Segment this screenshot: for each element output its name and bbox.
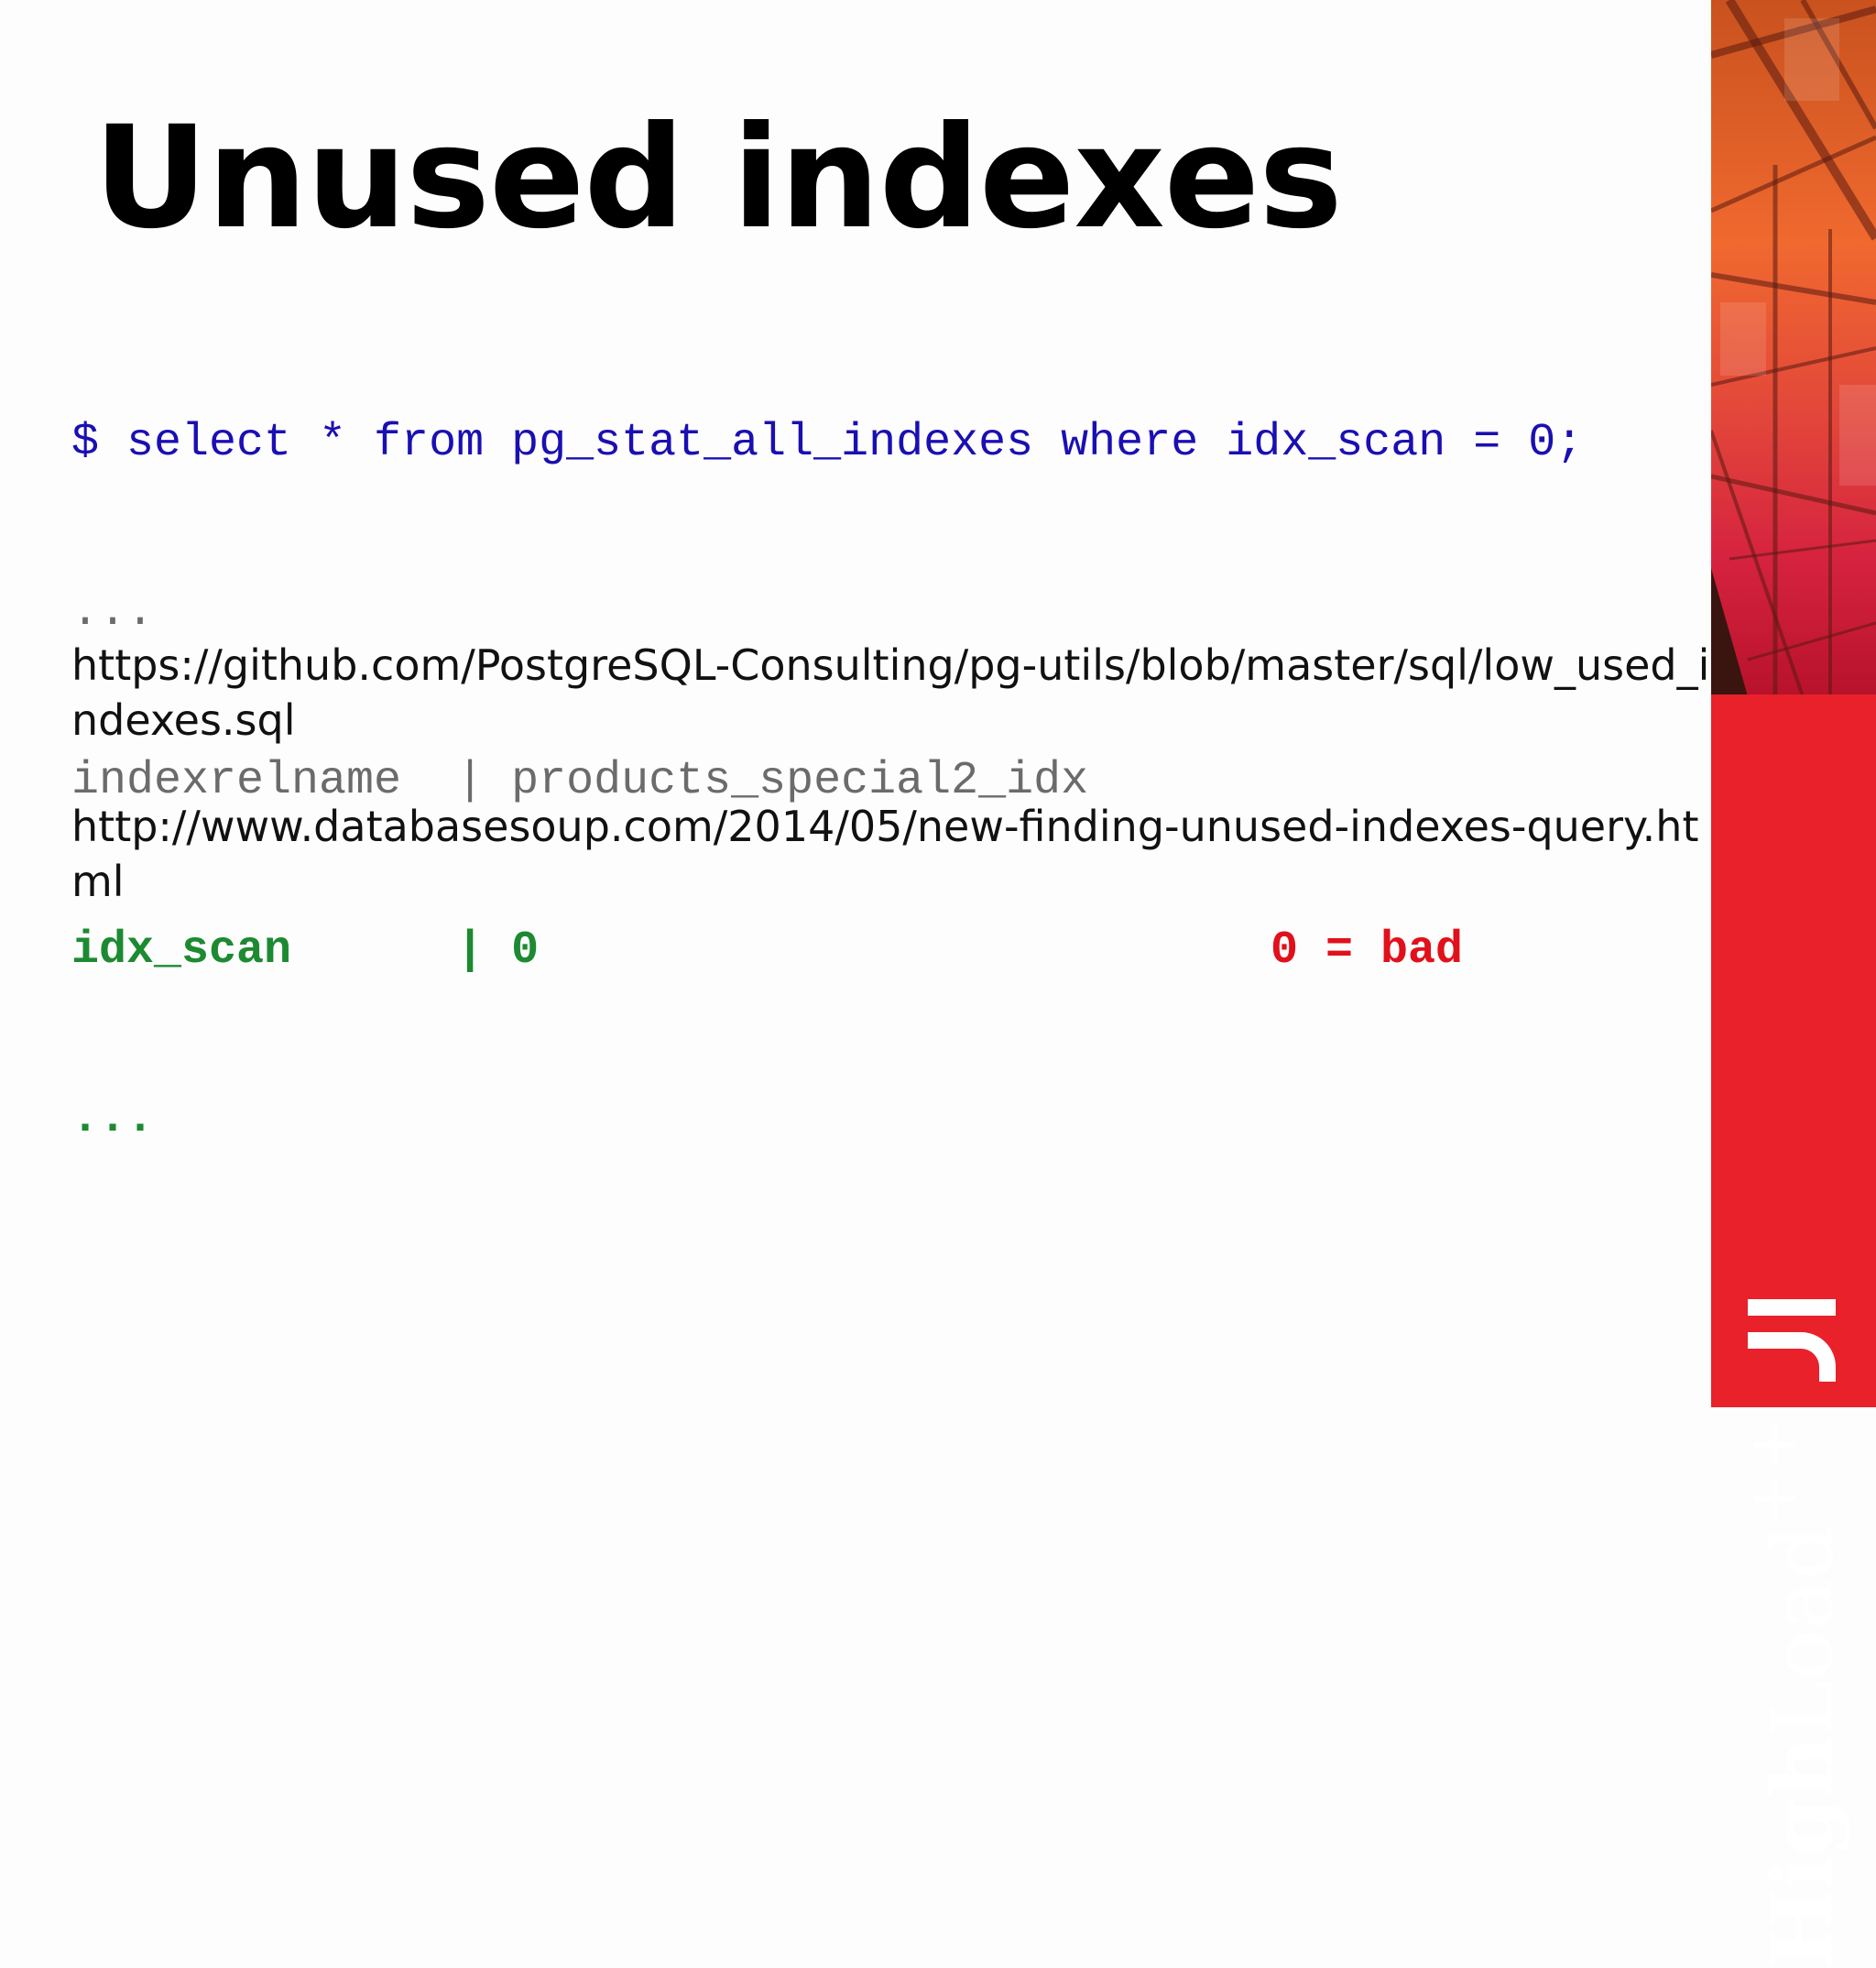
sql-query-line: $ select * from pg_stat_all_indexes wher… bbox=[71, 417, 1584, 469]
brand-logo-mark-icon bbox=[1748, 1299, 1836, 1382]
slide-title: Unused indexes bbox=[93, 96, 1343, 260]
slide: Unused indexes $ select * from pg_stat_a… bbox=[0, 0, 1876, 1968]
ellipsis-top: ... bbox=[71, 585, 155, 639]
reference-links: https://github.com/PostgreSQL-Consulting… bbox=[71, 638, 1711, 960]
link-pg-utils[interactable]: https://github.com/PostgreSQL-Consulting… bbox=[71, 638, 1711, 748]
highload-logo-text: HighLoad++ bbox=[1735, 1417, 1852, 1968]
link-databasesoup[interactable]: http://www.databasesoup.com/2014/05/new-… bbox=[71, 799, 1711, 909]
highload-brand-panel: HighLoad++ bbox=[1711, 694, 1876, 1968]
ellipsis-bottom: ... bbox=[71, 1093, 155, 1145]
